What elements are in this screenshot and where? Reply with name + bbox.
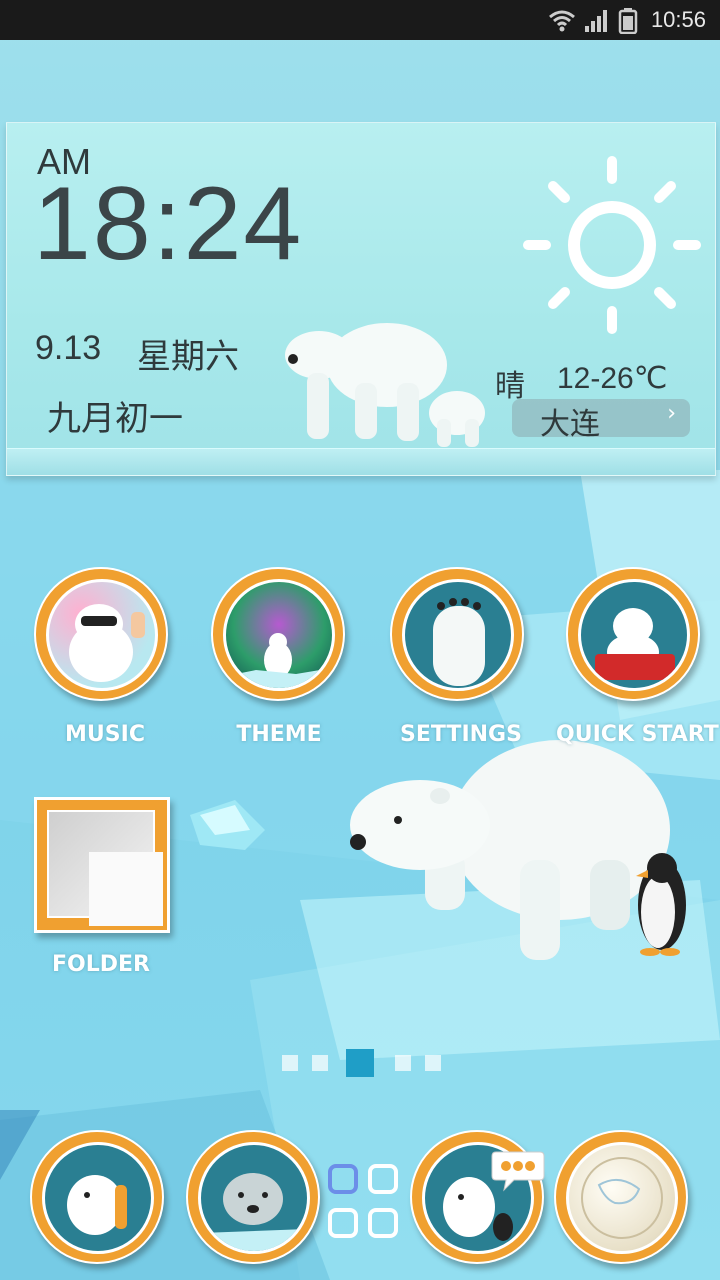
clock-weather-widget[interactable]: AM 18:24 9.13 星期六 九月初一 晴 12-26℃ 大连 › bbox=[6, 122, 716, 476]
music-app[interactable] bbox=[34, 567, 174, 707]
dock-browser[interactable] bbox=[554, 1130, 694, 1270]
polar-bear-music-icon bbox=[46, 579, 158, 691]
speech-bubble-icon bbox=[491, 1151, 545, 1192]
dock-contacts[interactable] bbox=[186, 1130, 326, 1270]
signal-icon bbox=[585, 10, 607, 32]
contacts-icon bbox=[198, 1142, 310, 1254]
app-drawer-icon[interactable] bbox=[328, 1164, 404, 1244]
settings-app[interactable] bbox=[390, 567, 530, 707]
theme-app[interactable] bbox=[211, 567, 351, 707]
dock-phone[interactable] bbox=[30, 1130, 170, 1270]
phone-icon bbox=[42, 1142, 154, 1254]
page-dot-4[interactable] bbox=[395, 1055, 411, 1071]
folder-label: FOLDER bbox=[52, 952, 150, 977]
weekday-text: 星期六 bbox=[137, 337, 239, 377]
browser-globe-icon bbox=[566, 1142, 678, 1254]
theme-label: THEME bbox=[236, 722, 322, 747]
page-indicator bbox=[0, 1049, 720, 1083]
battery-icon bbox=[618, 8, 638, 34]
folder[interactable] bbox=[34, 797, 170, 933]
polar-bear-paw-icon bbox=[402, 579, 514, 691]
date-text: 9.13 bbox=[35, 329, 102, 367]
page-dot-1[interactable] bbox=[282, 1055, 298, 1071]
quick-start-app[interactable] bbox=[566, 567, 706, 707]
page-dot-2[interactable] bbox=[312, 1055, 328, 1071]
status-time: 10:56 bbox=[650, 7, 706, 32]
polar-bear-aurora-icon bbox=[223, 579, 335, 691]
lunar-date-text: 九月初一 bbox=[47, 399, 183, 439]
city-name: 大连 bbox=[540, 407, 600, 442]
wifi-icon bbox=[549, 10, 575, 32]
dock-messaging[interactable] bbox=[410, 1130, 550, 1270]
widget-ice-floor bbox=[7, 448, 715, 475]
sun-icon bbox=[523, 156, 701, 334]
city-selector[interactable]: 大连 › bbox=[512, 399, 690, 442]
status-bar: 10:56 bbox=[0, 0, 720, 40]
page-dot-5[interactable] bbox=[425, 1055, 441, 1071]
quick-start-label: QUICK START bbox=[556, 722, 719, 747]
chevron-right-icon: › bbox=[667, 401, 676, 426]
music-label: MUSIC bbox=[65, 722, 145, 747]
temperature-range: 12-26℃ bbox=[557, 362, 668, 395]
page-dot-3-active[interactable] bbox=[346, 1049, 374, 1077]
polar-bear-sled-icon bbox=[578, 579, 690, 691]
clock-time[interactable]: 18:24 bbox=[33, 165, 303, 284]
folder-icon bbox=[47, 810, 163, 926]
polar-bear-family-illustration bbox=[285, 323, 485, 447]
settings-label: SETTINGS bbox=[400, 722, 522, 747]
